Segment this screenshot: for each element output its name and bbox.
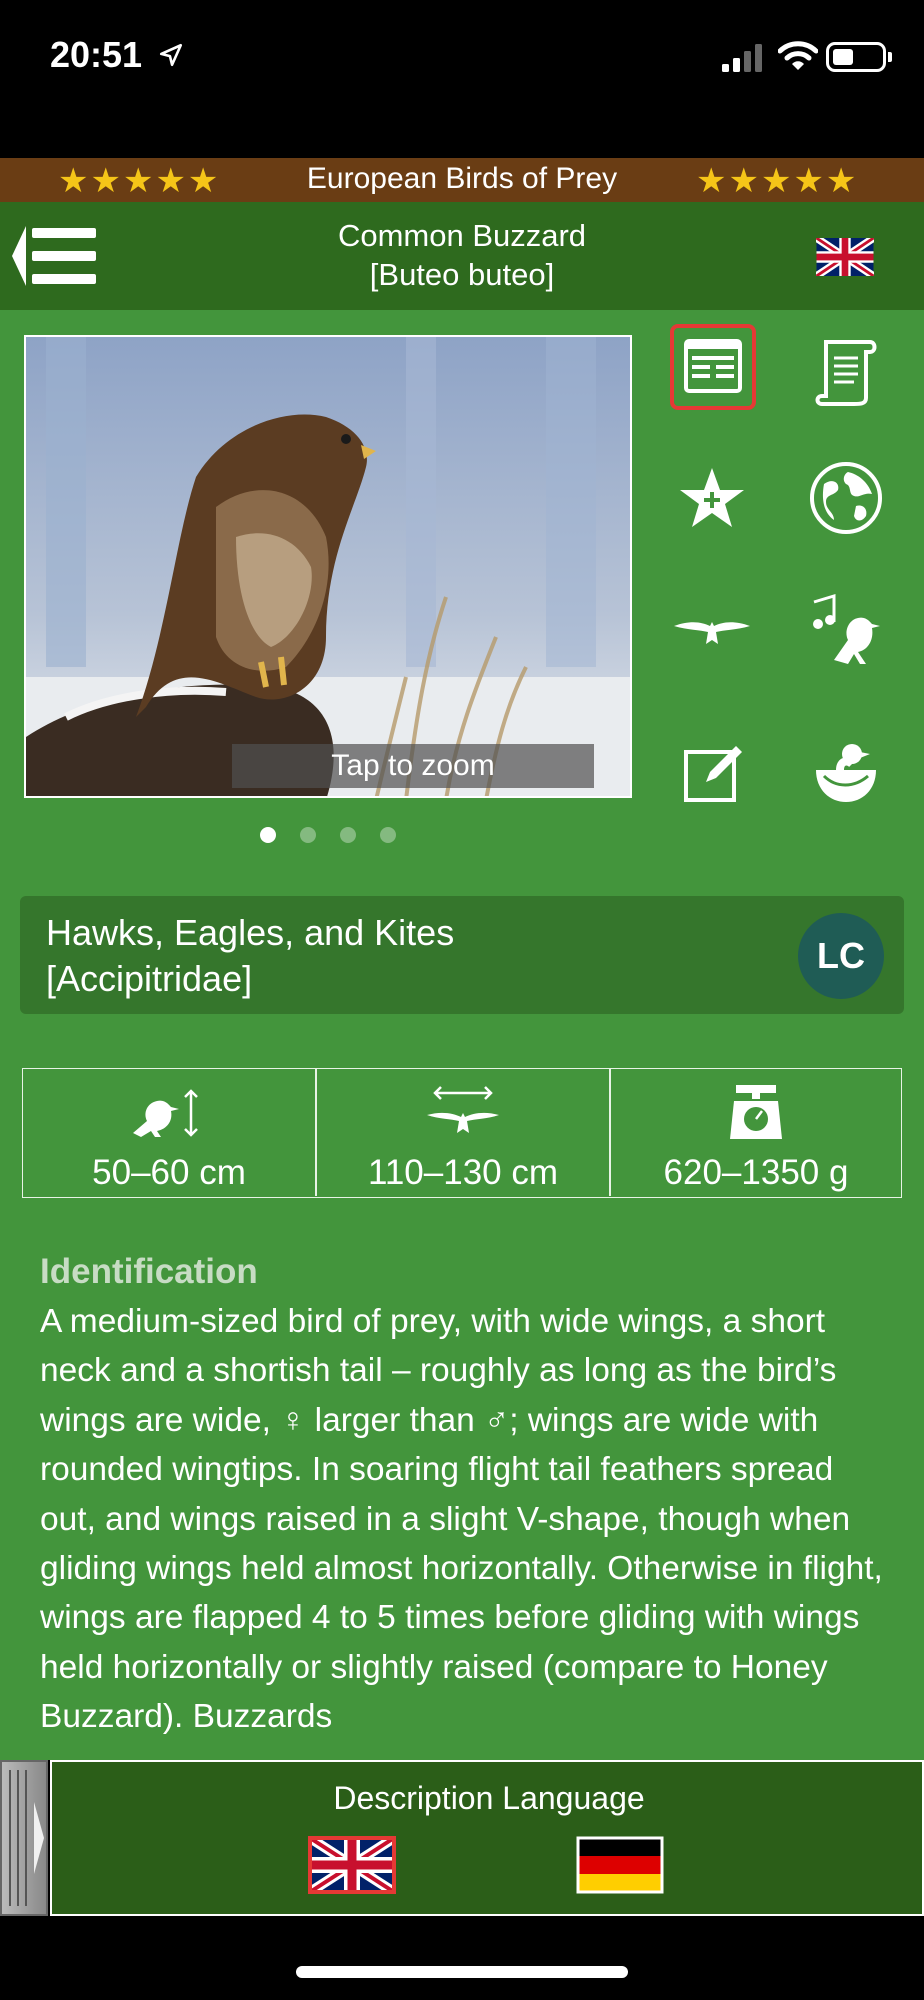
measurements-table: 50–60 cm 110–130 cm 620–1350 g [22,1068,902,1198]
app-banner: ★★★★★ European Birds of Prey ★★★★★ [0,158,924,202]
notes-edit-icon [684,746,742,802]
body-length-icon [133,1089,198,1137]
tap-to-zoom-label[interactable]: Tap to zoom [232,744,594,788]
wingspan-icon [427,1086,499,1133]
stars-right: ★★★★★ [696,162,859,200]
home-indicator[interactable] [296,1966,628,1978]
bird-song-button[interactable] [804,588,888,672]
cellular-signal-icon [722,44,762,72]
length-value: 50–60 cm [92,1153,246,1192]
species-header: Common Buzzard [Buteo buteo] [0,202,924,310]
weight-scale-icon [730,1085,782,1139]
pager-dot-3[interactable] [340,827,356,843]
flight-silhouette-icon [674,622,750,644]
location-arrow-icon [159,43,183,67]
weight-cell: 620–1350 g [611,1069,901,1196]
nest-egg-icon [816,744,876,802]
text-scroll-button[interactable] [804,330,888,414]
notes-button[interactable] [670,730,754,814]
bird-photo[interactable] [24,335,632,798]
wifi-icon [778,41,818,70]
wingspan-cell: 110–130 cm [317,1069,609,1196]
species-content[interactable]: Tap to zoom Hawks, Eagles, and Kites [Ac… [0,310,924,1760]
species-common-name: Common Buzzard [337,218,587,253]
pager-dot-2[interactable] [300,827,316,843]
distribution-map-button[interactable] [804,456,888,540]
buzzard-photo-image [26,337,630,796]
german-flag-icon[interactable] [576,1836,664,1894]
description-icon [684,339,742,393]
description-language-panel: Description Language [50,1760,924,1916]
globe-icon [810,462,882,534]
uk-flag-icon[interactable] [308,1836,396,1894]
bird-song-icon [813,593,880,664]
breeding-button[interactable] [804,730,888,814]
rating-button[interactable] [670,456,754,540]
weight-value: 620–1350 g [663,1153,849,1192]
family-latin-name: [Accipitridae] [46,958,253,999]
species-latin-name: [Buteo buteo] [369,257,555,292]
panel-handle-icon [9,1770,44,1906]
uk-flag-icon[interactable] [816,238,874,276]
family-box: Hawks, Eagles, and Kites [Accipitridae] … [20,896,904,1014]
battery-icon [826,42,886,72]
language-panel-title: Description Language [333,1780,645,1816]
status-time: 20:51 [50,34,143,75]
pager-dot-1[interactable] [260,827,276,843]
pager-dot-4[interactable] [380,827,396,843]
identification-heading: Identification [40,1252,258,1291]
description-button[interactable] [670,324,756,410]
language-panel-handle[interactable] [0,1760,48,1916]
conservation-status-badge[interactable]: LC [798,913,884,999]
identification-text: A medium-sized bird of prey, with wide w… [40,1303,883,1736]
wingspan-value: 110–130 cm [367,1153,559,1192]
flight-silhouette-button[interactable] [670,588,754,672]
back-menu-icon[interactable] [10,220,100,292]
page-title: Common Buzzard [Buteo buteo] [200,216,724,294]
length-cell: 50–60 cm [23,1069,315,1196]
battery-level [833,49,853,65]
status-bar: 20:51 [0,0,924,158]
family-name: Hawks, Eagles, and Kites [Accipitridae] [46,910,454,1002]
scroll-text-icon [815,340,877,406]
family-common-name: Hawks, Eagles, and Kites [46,912,455,953]
battery-tip [888,52,892,62]
star-badge-icon [680,468,744,527]
